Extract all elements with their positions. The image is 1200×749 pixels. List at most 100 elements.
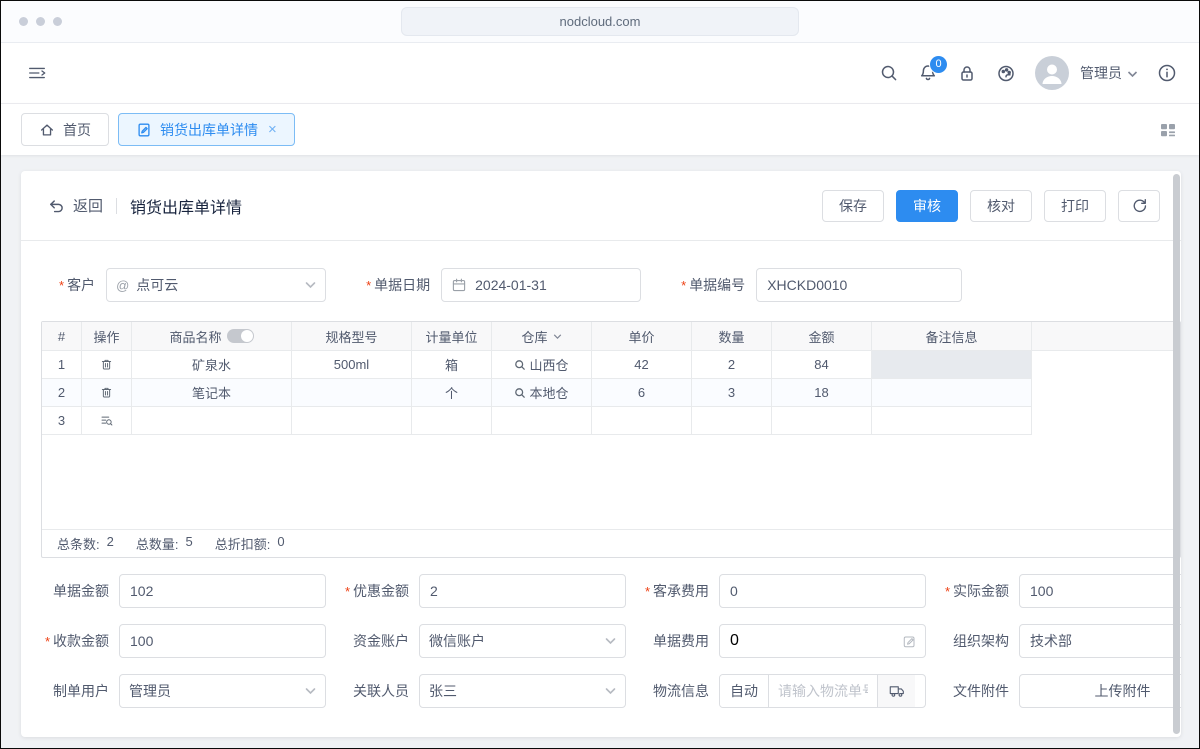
user-menu[interactable]: 管理员 — [1080, 63, 1138, 83]
logistics-track-button[interactable] — [877, 675, 915, 707]
cell-unit[interactable] — [412, 407, 492, 435]
cell-spec[interactable]: 500ml — [292, 351, 412, 379]
url-text: nodcloud.com — [560, 14, 641, 29]
select-goods-icon[interactable] — [96, 410, 118, 432]
creator-label: 制单用户 — [31, 681, 109, 701]
search-icon[interactable] — [879, 63, 899, 83]
table-empty-space — [42, 435, 1180, 529]
doc-fee-input[interactable]: 0 — [719, 624, 926, 658]
organization-input[interactable] — [1019, 624, 1181, 658]
col-warehouse[interactable]: 仓库 — [492, 322, 592, 351]
audit-button[interactable]: 审核 — [896, 190, 958, 222]
tab-bar: 首页 销货出库单详情 × — [1, 104, 1199, 155]
address-bar[interactable]: nodcloud.com — [401, 7, 799, 36]
delete-row-icon[interactable] — [96, 354, 118, 376]
window-dot-icon[interactable] — [53, 17, 62, 26]
table-header-row: # 操作 商品名称 规格型号 计量单位 仓库 单价 数量 金额 备注信息 — [42, 322, 1180, 351]
layout-grid-icon[interactable] — [1157, 119, 1179, 141]
cell-spec[interactable] — [292, 379, 412, 407]
page-title: 销货出库单详情 — [130, 194, 242, 218]
cell-warehouse[interactable]: 山西仓 — [492, 351, 592, 379]
window-dot-icon[interactable] — [36, 17, 45, 26]
creator-select[interactable]: 管理员 — [119, 674, 326, 708]
cell-goods-name[interactable]: 矿泉水 — [132, 351, 292, 379]
cell-price[interactable]: 42 — [592, 351, 692, 379]
fund-account-field: 资金账户 微信账户 — [331, 624, 626, 658]
notification-bell-icon[interactable]: 0 — [918, 63, 938, 83]
col-remark: 备注信息 — [872, 322, 1032, 351]
toolbar-divider — [116, 198, 117, 214]
window-dot-icon[interactable] — [19, 17, 28, 26]
cell-goods-name[interactable]: 笔记本 — [132, 379, 292, 407]
user-avatar[interactable] — [1035, 56, 1069, 90]
received-amount-input[interactable] — [119, 624, 326, 658]
refresh-button[interactable] — [1118, 190, 1160, 222]
cell-remark[interactable] — [872, 407, 1032, 435]
tab-home[interactable]: 首页 — [21, 113, 109, 146]
cell-qty[interactable]: 2 — [692, 351, 772, 379]
cell-goods-name[interactable] — [132, 407, 292, 435]
related-person-select[interactable]: 张三 — [419, 674, 626, 708]
edit-icon[interactable] — [902, 634, 917, 649]
cell-remark-selected[interactable] — [872, 351, 1032, 379]
cell-unit[interactable]: 箱 — [412, 351, 492, 379]
refresh-icon — [1131, 197, 1148, 214]
col-goods-name: 商品名称 — [132, 322, 292, 351]
verify-button[interactable]: 核对 — [970, 190, 1032, 222]
logistics-no-input[interactable] — [769, 675, 877, 707]
vertical-scrollbar[interactable] — [1173, 174, 1180, 734]
cell-spec[interactable] — [292, 407, 412, 435]
date-input[interactable]: 2024-01-31 — [441, 268, 641, 302]
cell-warehouse[interactable] — [492, 407, 592, 435]
lock-icon[interactable] — [957, 63, 977, 83]
menu-fold-icon[interactable] — [27, 63, 47, 83]
link-icon: @ — [116, 278, 129, 293]
customer-select[interactable]: @ 点可云 — [106, 268, 326, 302]
cell-amount[interactable]: 18 — [772, 379, 872, 407]
back-button[interactable]: 返回 — [47, 195, 103, 216]
actual-amount-input[interactable] — [1019, 574, 1181, 608]
cell-unit[interactable]: 个 — [412, 379, 492, 407]
info-icon[interactable] — [1157, 63, 1177, 83]
window-controls[interactable] — [19, 17, 62, 26]
creator-field: 制单用户 管理员 — [31, 674, 326, 708]
customer-label: 客户 — [67, 275, 95, 295]
doc-fee-field: 单据费用 0 — [631, 624, 926, 658]
cell-warehouse[interactable]: 本地仓 — [492, 379, 592, 407]
toolbar-divider-line — [21, 240, 1181, 241]
discount-amount-input[interactable] — [419, 574, 626, 608]
upload-attachment-button[interactable]: 上传附件 — [1019, 674, 1181, 708]
cell-amount[interactable] — [772, 407, 872, 435]
save-button[interactable]: 保存 — [822, 190, 884, 222]
customer-fee-input[interactable] — [719, 574, 926, 608]
logistics-mode-button[interactable]: 自动 — [720, 675, 769, 707]
cell-price[interactable]: 6 — [592, 379, 692, 407]
cell-price[interactable] — [592, 407, 692, 435]
cell-qty[interactable] — [692, 407, 772, 435]
cell-amount[interactable]: 84 — [772, 351, 872, 379]
discount-amount-label: *优惠金额 — [331, 581, 409, 601]
print-button[interactable]: 打印 — [1044, 190, 1106, 222]
logistics-field: 物流信息 自动 — [631, 674, 926, 708]
total-rows-label: 总条数: — [57, 534, 100, 553]
tab-sales-outbound-detail[interactable]: 销货出库单详情 × — [118, 113, 295, 146]
cell-remark[interactable] — [872, 379, 1032, 407]
items-table: # 操作 商品名称 规格型号 计量单位 仓库 单价 数量 金额 备注信息 — [41, 321, 1181, 558]
doc-no-input[interactable] — [756, 268, 962, 302]
amount-form-row-1: 单据金额 *优惠金额 *客承费用 *实际金额 — [21, 574, 1181, 608]
delete-row-icon[interactable] — [96, 382, 118, 404]
doc-amount-input[interactable] — [119, 574, 326, 608]
table-row: 2 笔记本 个 本地仓 6 3 18 — [42, 379, 1180, 407]
total-discount-value: 0 — [277, 534, 284, 553]
row-index: 3 — [42, 407, 82, 435]
fund-account-select[interactable]: 微信账户 — [419, 624, 626, 658]
col-price: 单价 — [592, 322, 692, 351]
goods-name-toggle[interactable] — [227, 329, 254, 343]
received-amount-field: *收款金额 — [31, 624, 326, 658]
table-row: 1 矿泉水 500ml 箱 山西仓 42 2 84 — [42, 351, 1180, 379]
close-icon[interactable]: × — [268, 122, 277, 137]
fund-account-label: 资金账户 — [331, 631, 409, 651]
theme-palette-icon[interactable] — [996, 63, 1016, 83]
cell-qty[interactable]: 3 — [692, 379, 772, 407]
customer-fee-field: *客承费用 — [631, 574, 926, 608]
